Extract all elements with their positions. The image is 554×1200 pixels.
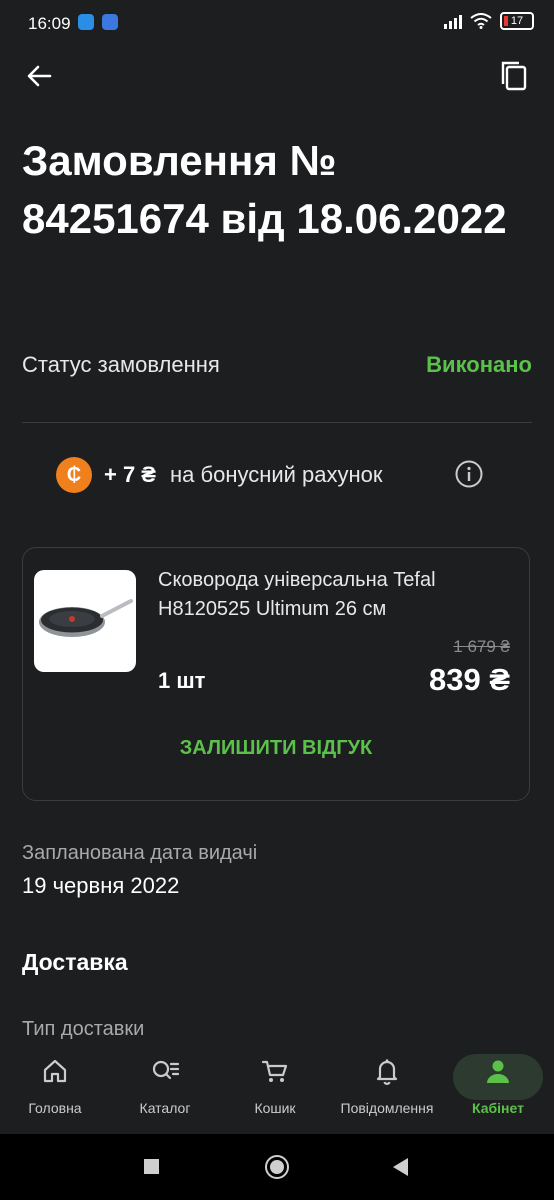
page-title: Замовлення № 84251674 від 18.06.2022 xyxy=(22,137,507,242)
delivery-heading: Доставка xyxy=(22,949,128,975)
user-icon xyxy=(487,1060,509,1083)
product-price: 839 ₴ xyxy=(428,662,510,697)
back-button[interactable] xyxy=(22,58,58,94)
nav-item-catalog[interactable]: Каталог xyxy=(110,1056,220,1116)
product-image[interactable] xyxy=(34,570,136,672)
system-nav-bar xyxy=(0,1134,554,1200)
product-old-price: 1 679 ₴ xyxy=(453,637,510,656)
notification-app-icon xyxy=(78,14,94,30)
bonus-info-button[interactable] xyxy=(454,459,484,489)
info-icon xyxy=(455,460,483,488)
bonus-amount: + 7 ₴ xyxy=(104,462,156,487)
recents-button[interactable] xyxy=(144,1159,159,1174)
nav-label-cabinet: Кабінет xyxy=(472,1100,524,1116)
bonus-text: на бонусний рахунок xyxy=(169,462,383,487)
divider xyxy=(22,422,532,423)
status-time: 16:09 xyxy=(28,14,71,33)
nav-item-notifications[interactable]: Повідомлення xyxy=(332,1056,442,1116)
product-quantity: 1 шт xyxy=(158,668,206,693)
notification-app-icon-2 xyxy=(102,14,118,30)
back-triangle-icon[interactable] xyxy=(390,1156,410,1178)
pickup-date-label: Запланована дата видачі xyxy=(22,842,258,864)
status-icons: 17 xyxy=(444,12,534,30)
bell-icon xyxy=(376,1059,398,1085)
nav-item-cabinet[interactable]: Кабінет xyxy=(443,1056,553,1116)
frying-pan-icon xyxy=(39,599,133,637)
order-status-label: Статус замовлення xyxy=(22,352,220,377)
product-name[interactable]: Сковорода універсальна Tefal H8120525 Ul… xyxy=(158,566,508,624)
bonus-coin-icon: ₵ xyxy=(56,457,92,493)
nav-label-notifications: Повідомлення xyxy=(340,1100,434,1116)
order-status-value: Виконано xyxy=(426,352,532,377)
wifi-icon xyxy=(470,13,492,29)
pickup-date-value: 19 червня 2022 xyxy=(22,873,180,898)
delivery-type-label: Тип доставки xyxy=(22,1018,145,1040)
bonus-row: ₵ + 7 ₴ на бонусний рахунок xyxy=(56,456,383,494)
copy-icon xyxy=(501,61,527,91)
home-button[interactable] xyxy=(265,1155,289,1179)
arrow-left-icon xyxy=(27,65,52,87)
home-icon xyxy=(43,1059,67,1083)
leave-review-button[interactable]: ЗАЛИШИТИ ВІДГУК xyxy=(22,726,530,770)
home-dot xyxy=(270,1160,284,1174)
cart-icon xyxy=(261,1060,288,1082)
nav-item-home[interactable]: Головна xyxy=(0,1056,110,1116)
status-bar: 16:09 17 xyxy=(0,0,554,48)
nav-item-cart[interactable]: Кошик xyxy=(220,1056,330,1116)
nav-label-cart: Кошик xyxy=(254,1100,296,1116)
catalog-search-icon xyxy=(152,1060,180,1080)
signal-icon xyxy=(444,13,462,29)
copy-button[interactable] xyxy=(496,58,532,94)
battery-icon: 17 xyxy=(500,12,534,30)
nav-label-home: Головна xyxy=(28,1100,82,1116)
nav-label-catalog: Каталог xyxy=(139,1100,191,1116)
